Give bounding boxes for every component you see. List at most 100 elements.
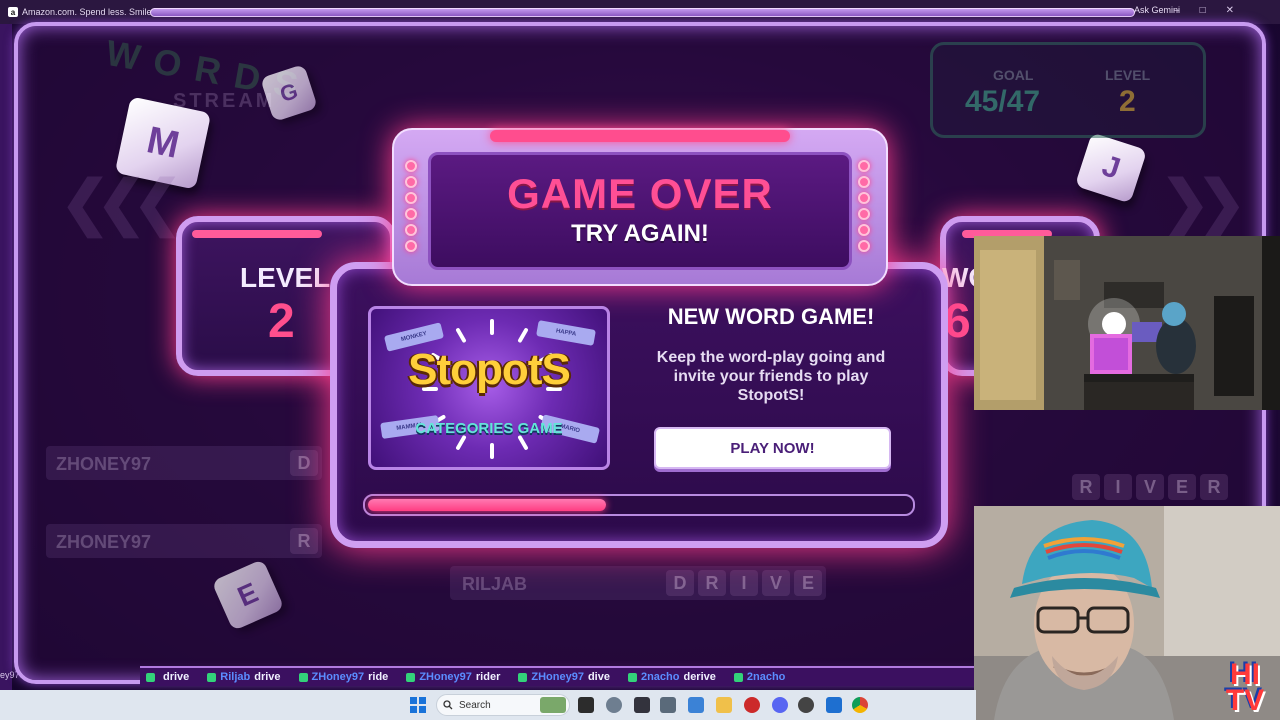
left-rail: [0, 24, 12, 690]
word-row-player: RILJAB: [462, 574, 528, 594]
calculator-icon[interactable]: [660, 697, 676, 713]
modal-level-label: LEVEL: [240, 262, 331, 293]
chat-ticker-user: ZHoney97: [311, 671, 365, 683]
marquee-bulb: [858, 240, 870, 252]
marquee-bulb: [405, 192, 417, 204]
promo-title: StopotS: [408, 345, 571, 394]
check-badge-icon: [207, 672, 217, 682]
chat-ticker-item: ZHoney97 dive: [518, 671, 610, 683]
chat-ticker-item: 2nacho derive: [627, 671, 716, 683]
chat-ticker: drive Riljab drive ZHoney97 ride ZHoney97 ride…: [140, 666, 980, 686]
letter-tile: I: [1104, 474, 1132, 500]
bg-level-label: LEVEL: [1105, 67, 1151, 83]
promo-ray: [517, 434, 529, 451]
chat-ticker-item: drive: [146, 671, 189, 683]
goal-value: 45/47: [965, 85, 1041, 118]
chat-ticker-user: 2nacho: [746, 671, 786, 683]
letter-tile: I: [730, 570, 758, 596]
countdown-progress-fill: [368, 499, 607, 511]
player-name: ZHONEY97: [56, 532, 152, 552]
promo-description: Keep the word-play going and invite your…: [656, 349, 886, 404]
hi-tv-logo: HI TV: [1225, 658, 1265, 717]
weather-widget-icon[interactable]: [540, 697, 566, 713]
chrome-icon[interactable]: [852, 697, 868, 713]
letter-tile: V: [762, 570, 790, 596]
promo-ray: [517, 327, 529, 344]
letter-tile: R: [1200, 474, 1228, 500]
check-badge-icon: [518, 672, 528, 682]
bg-level-value: 2: [1119, 85, 1136, 118]
promo-ray: [455, 327, 467, 344]
window-controls[interactable]: –□✕: [1174, 5, 1254, 16]
windows-start-icon[interactable]: [410, 697, 426, 713]
check-badge-icon: [627, 672, 637, 682]
notepad-icon[interactable]: [688, 697, 704, 713]
marquee-bulb: [858, 208, 870, 220]
chat-ticker-item: ZHoney97 rider: [406, 671, 500, 683]
chat-ticker-item: ZHoney97 ride: [298, 671, 389, 683]
letter-tile: R: [698, 570, 726, 596]
promo-subtitle: CATEGORIES GAME: [415, 420, 563, 437]
outlook-icon[interactable]: [826, 697, 842, 713]
left-panel-accent: [192, 230, 322, 238]
amazon-icon: a: [8, 7, 18, 17]
letter-tile: E: [794, 570, 822, 596]
play-now-button[interactable]: PLAY NOW!: [654, 427, 891, 469]
marquee-bulb: [858, 160, 870, 172]
try-again-subtitle: TRY AGAIN!: [571, 220, 709, 247]
taskbar-search-placeholder: Search: [459, 699, 491, 711]
windows-taskbar: Search: [0, 690, 976, 720]
chat-ticker-word: derive: [683, 671, 716, 683]
stopots-promo-image[interactable]: MONKEY HAPPA MAMMAL MARIO StopotS CATEGO…: [368, 306, 610, 470]
marquee-bulb: [405, 176, 417, 188]
modal-level-value: 2: [268, 295, 295, 348]
marquee-bulb: [858, 176, 870, 188]
game-over-title: GAME OVER: [507, 170, 773, 217]
letter-tile: D: [666, 570, 694, 596]
player-tiles: D: [290, 450, 318, 476]
file-explorer-icon[interactable]: [716, 697, 732, 713]
check-badge-icon: [406, 672, 416, 682]
right-word-tiles: RIVER: [1072, 474, 1228, 500]
chat-ticker-word: ride: [368, 671, 389, 683]
discord-icon[interactable]: [772, 697, 788, 713]
promo-ray: [490, 443, 494, 459]
countdown-progress-bar: [363, 494, 915, 516]
promo-ray: [455, 434, 467, 451]
search-icon: [443, 700, 453, 710]
marquee-bulb: [405, 224, 417, 236]
chat-ticker-user: ZHoney97: [531, 671, 584, 683]
letter-tile: E: [1168, 474, 1196, 500]
check-badge-icon: [146, 672, 155, 682]
new-word-game-heading: NEW WORD GAME!: [667, 304, 875, 329]
promo-tag: HAPPA: [536, 320, 596, 346]
player-tiles: R: [290, 528, 318, 554]
modal-right-value: 6: [944, 295, 971, 348]
marquee-bulb: [858, 224, 870, 236]
marquee-bulb: [405, 160, 417, 172]
room-webcam: [974, 236, 1280, 410]
obs-icon[interactable]: [744, 697, 760, 713]
check-badge-icon: [733, 672, 743, 682]
task-view-icon[interactable]: [578, 697, 594, 713]
word-row-tiles: DRIVE: [666, 570, 822, 596]
chat-ticker-word: drive: [254, 671, 281, 683]
modal-header-accent: [490, 130, 790, 142]
stream-screen: a Amazon.com. Spend less. Smile more. As…: [0, 0, 1280, 720]
chat-ticker-word: dive: [587, 671, 610, 683]
chat-ticker-item: 2nacho: [733, 671, 790, 683]
openai-icon[interactable]: [798, 697, 814, 713]
settings-gear-icon[interactable]: [606, 697, 622, 713]
chat-ticker-word: drive: [163, 671, 190, 683]
letter-tile: D: [290, 450, 318, 476]
letter-tile: R: [290, 528, 318, 554]
check-badge-icon: [298, 672, 308, 682]
chat-ticker-word: rider: [475, 671, 501, 683]
left-arrow-decoration: ❮❮❮: [60, 169, 183, 236]
chat-ticker-item: Riljab drive: [207, 671, 281, 683]
goal-level-panel: GOAL 45/47 LEVEL 2: [930, 42, 1206, 138]
chat-ticker-user: ZHoney97: [419, 671, 472, 683]
promo-ray: [490, 319, 494, 335]
chat-ticker-user: Riljab: [220, 671, 251, 683]
app-cube-icon[interactable]: [634, 697, 650, 713]
